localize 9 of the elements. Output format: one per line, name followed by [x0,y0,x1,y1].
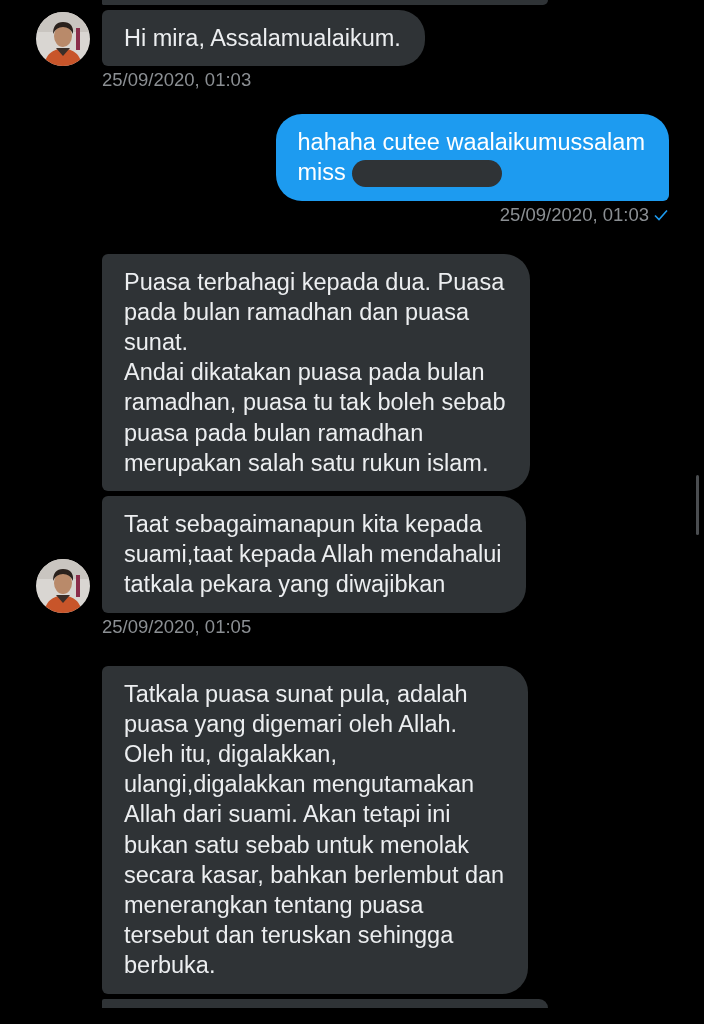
timestamp: 25/09/2020, 01:03 [499,203,649,226]
message-bubble: Taat sebagaimanapun kita kepada suami,taat kepada Allah mendahalui tatkala pekara yang diwajibkan [102,496,526,613]
message-bubble: Puasa terbahagi kepada dua. Puasa pada bulan ramadhan dan puasa sunat. Andai dikatakan puasa pada bulan ramadhan, puasa tu tak boleh sebab puasa pada bulan ramadhan merupakan salah satu rukun islam. [102,253,530,492]
message-bubble: Hi mira, Assalamualaikum. [102,10,425,67]
timestamp: 25/09/2020, 01:03 [102,69,252,92]
message-bubble: Tatkala puasa sunat pula, adalah puasa yang digemari oleh Allah. Oleh itu, digalakkan, ulangi,digalakkan mengutamakan Allah dari suami. Akan tetapi ini bukan satu sebab untuk menolak secara kasar, bahkan berlembut dan menerangkan tentang puasa tersebut dan teruskan sehingga berbuka. [102,665,529,994]
timestamp: 25/09/2020, 01:05 [102,615,252,638]
scrollbar[interactable] [696,475,699,535]
message-bubble: hahaha cutee waalaikumussalam miss [275,114,669,201]
